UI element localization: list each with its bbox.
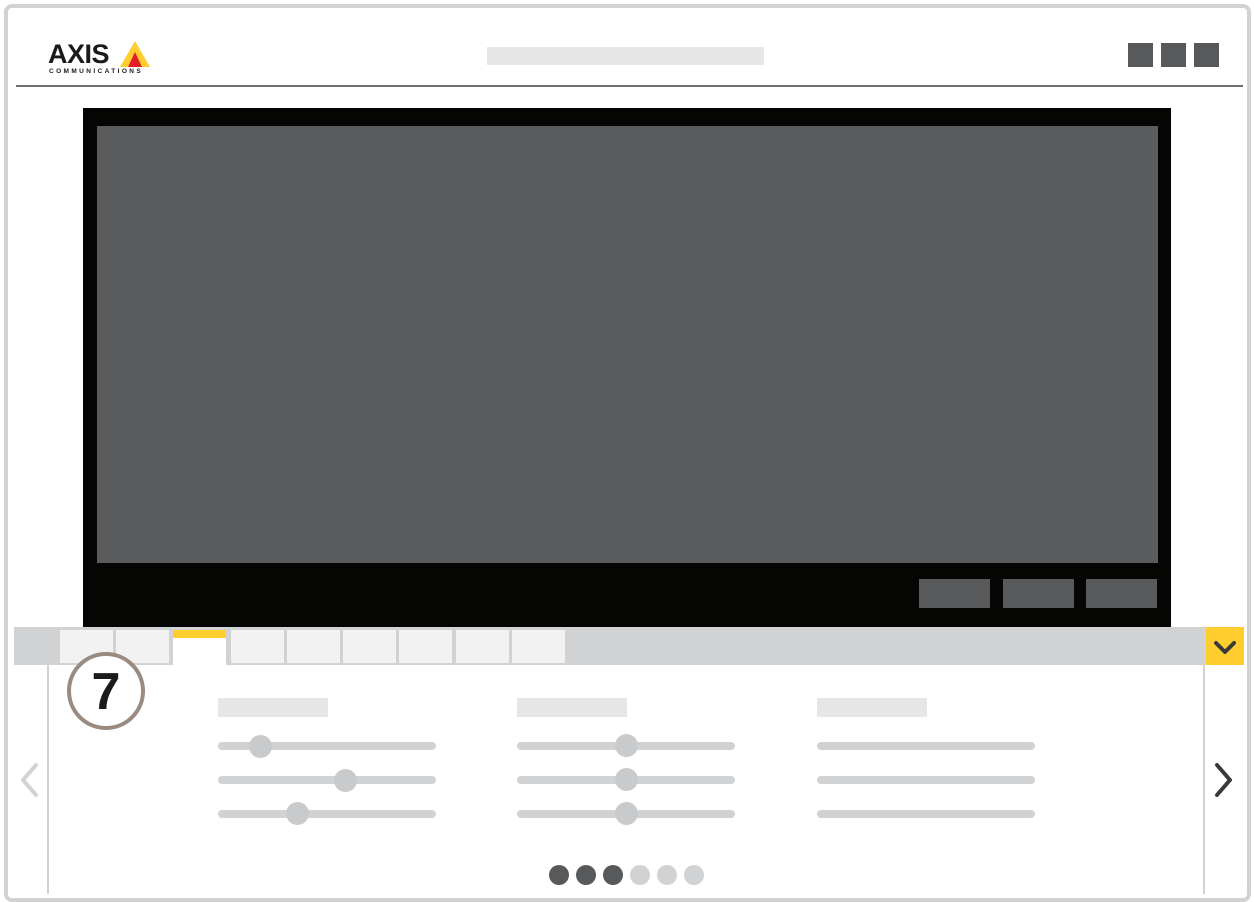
- group-label-2: [517, 698, 627, 717]
- chevron-right-icon: [1215, 763, 1232, 797]
- setting-line[interactable]: [817, 776, 1035, 784]
- tab-3-active[interactable]: [173, 630, 226, 668]
- slider-handle[interactable]: [615, 802, 638, 825]
- tab-7[interactable]: [399, 630, 452, 663]
- tab-4[interactable]: [231, 630, 284, 663]
- panel-left-border: [47, 665, 49, 894]
- axis-logo: AXIS COMMUNICATIONS: [48, 40, 152, 80]
- settings-tab-bar: [14, 627, 1244, 668]
- slider-handle[interactable]: [615, 768, 638, 791]
- video-control-button-1[interactable]: [919, 579, 990, 608]
- page-dot-2[interactable]: [576, 865, 596, 885]
- tab-9[interactable]: [512, 630, 565, 663]
- previous-page-button[interactable]: [16, 762, 46, 798]
- page-title-placeholder: [487, 47, 764, 65]
- slider-track[interactable]: [218, 776, 436, 784]
- tab-6[interactable]: [343, 630, 396, 663]
- chevron-left-icon: [21, 763, 38, 797]
- live-view[interactable]: [97, 126, 1158, 563]
- group-label-1: [218, 698, 328, 717]
- page-dot-1[interactable]: [549, 865, 569, 885]
- collapse-panel-button[interactable]: [1206, 627, 1244, 665]
- slider-track[interactable]: [218, 810, 436, 818]
- logo-triangle-icon: [120, 41, 150, 67]
- panel-right-border: [1203, 665, 1205, 894]
- page-dot-4[interactable]: [630, 865, 650, 885]
- active-tab-indicator: [173, 630, 226, 638]
- chevron-down-icon: [1214, 641, 1236, 654]
- setting-line[interactable]: [817, 742, 1035, 750]
- header-button-3[interactable]: [1194, 43, 1219, 67]
- step-number-badge: 7: [67, 652, 145, 730]
- video-control-button-3[interactable]: [1086, 579, 1157, 608]
- slider-handle[interactable]: [249, 735, 272, 758]
- header-divider: [16, 85, 1243, 87]
- logo-wordmark: AXIS: [48, 39, 110, 69]
- header-button-1[interactable]: [1128, 43, 1153, 67]
- slider-handle[interactable]: [286, 802, 309, 825]
- slider-handle[interactable]: [615, 734, 638, 757]
- tab-5[interactable]: [287, 630, 340, 663]
- next-page-button[interactable]: [1211, 762, 1241, 798]
- setting-line[interactable]: [817, 810, 1035, 818]
- video-control-button-2[interactable]: [1003, 579, 1074, 608]
- page-dot-6[interactable]: [684, 865, 704, 885]
- step-number: 7: [91, 663, 121, 721]
- logo-tagline: COMMUNICATIONS: [49, 68, 144, 75]
- video-player: [83, 108, 1171, 627]
- page-dot-3-current[interactable]: [603, 865, 623, 885]
- header-button-2[interactable]: [1161, 43, 1186, 67]
- page-dot-5[interactable]: [657, 865, 677, 885]
- group-label-3: [817, 698, 927, 717]
- tab-8[interactable]: [456, 630, 509, 663]
- slider-handle[interactable]: [334, 769, 357, 792]
